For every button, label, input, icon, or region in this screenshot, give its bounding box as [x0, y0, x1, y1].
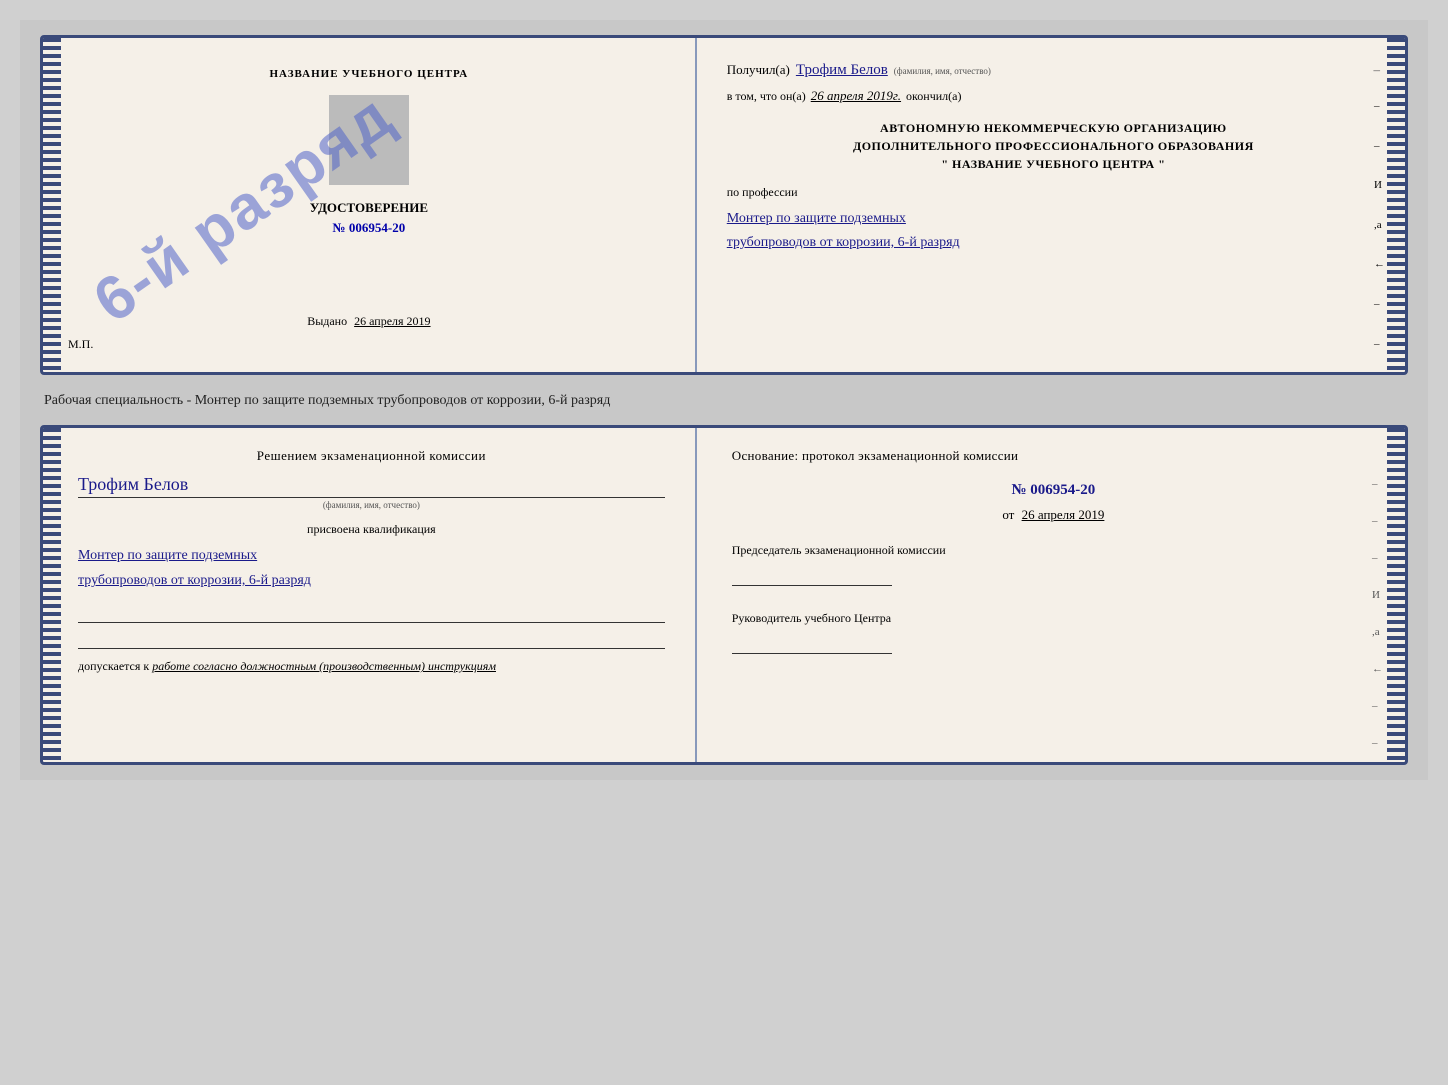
center-title: НАЗВАНИЕ УЧЕБНОГО ЦЕНТРА	[269, 68, 468, 80]
osnovanie-text: Основание: протокол экзаменационной коми…	[732, 448, 1375, 464]
udost-num-value: 006954-20	[349, 220, 405, 235]
photo-placeholder	[329, 95, 409, 185]
vtom-label: в том, что он(а)	[727, 87, 806, 106]
qual-line2: трубопроводов от коррозии, 6-й разряд	[78, 568, 665, 593]
udost-label: УДОСТОВЕРЕНИЕ	[310, 200, 428, 216]
bot-fio: Трофим Белов	[78, 474, 665, 495]
prisvoena-label: присвоена квалификация	[78, 522, 665, 537]
cert-left-panel: НАЗВАНИЕ УЧЕБНОГО ЦЕНТРА УДОСТОВЕРЕНИЕ №…	[43, 38, 697, 372]
poluchil-line: Получил(a) Трофим Белов (фамилия, имя, о…	[727, 58, 1380, 82]
udost-prefix: №	[333, 220, 346, 235]
mp-label: М.П.	[68, 337, 93, 352]
fio-sublabel-top: (фамилия, имя, отчество)	[894, 64, 991, 78]
po-professii-label: по профессии	[727, 183, 1380, 202]
poluchil-label: Получил(a)	[727, 60, 790, 81]
ot-line: от 26 апреля 2019	[732, 507, 1375, 523]
predsedatel-signature-line	[732, 566, 892, 586]
ot-prefix: от	[1002, 507, 1014, 522]
dopuskaetsya-label: допускается к	[78, 659, 149, 673]
bottom-certificate: Решением экзаменационной комиссии Трофим…	[40, 425, 1408, 765]
predsedatel-block: Председатель экзаменационной комиссии	[732, 543, 1375, 586]
predsedatel-label: Председатель экзаменационной комиссии	[732, 543, 1375, 558]
resheniyem-text: Решением экзаменационной комиссии	[78, 448, 665, 464]
qualification-block: Монтер по защите подземных трубопроводов…	[78, 543, 665, 593]
rukovoditel-signature-line	[732, 634, 892, 654]
recipient-name: Трофим Белов	[796, 58, 888, 82]
org-name-line: " НАЗВАНИЕ УЧЕБНОГО ЦЕНТРА "	[727, 155, 1380, 173]
org-quote-close: "	[1158, 157, 1165, 171]
middle-caption: Рабочая специальность - Монтер по защите…	[40, 387, 1408, 413]
protocol-number: № 006954-20	[732, 482, 1375, 499]
cert-right-panel: Получил(a) Трофим Белов (фамилия, имя, о…	[697, 38, 1405, 372]
right-edge-labels: – – И ,а ← – – –	[1374, 98, 1385, 375]
udost-number: № 006954-20	[333, 220, 406, 236]
dopuskaetsya-block: допускается к работе согласно должностны…	[78, 659, 665, 674]
profession-line2: трубопроводов от коррозии, 6-й разряд	[727, 231, 1380, 255]
rukovoditel-label: Руководитель учебного Центра	[732, 611, 1375, 626]
org-quote-open: "	[941, 157, 948, 171]
rukovoditel-block: Руководитель учебного Центра	[732, 611, 1375, 654]
org-block: АВТОНОМНУЮ НЕКОММЕРЧЕСКУЮ ОРГАНИЗАЦИЮ ДО…	[727, 119, 1380, 173]
page-wrapper: НАЗВАНИЕ УЧЕБНОГО ЦЕНТРА УДОСТОВЕРЕНИЕ №…	[20, 20, 1428, 780]
org-line2: ДОПОЛНИТЕЛЬНОГО ПРОФЕССИОНАЛЬНОГО ОБРАЗО…	[727, 137, 1380, 155]
fio-line: Трофим Белов	[78, 474, 665, 498]
bot-right-edge-labels: – – – И ,а ← – – – –	[1372, 478, 1383, 765]
vydano-line: Выдано 26 апреля 2019	[307, 294, 430, 329]
vydano-date: 26 апреля 2019	[354, 314, 430, 328]
vydano-label: Выдано	[307, 314, 347, 328]
qual-line1: Монтер по защите подземных	[78, 543, 665, 568]
dopusk-italic-text: работе согласно должностным (производств…	[152, 659, 496, 673]
date-completed: 26 апреля 2019г.	[811, 86, 901, 107]
ot-date: 26 апреля 2019	[1022, 507, 1105, 522]
bot-right-panel: Основание: протокол экзаменационной коми…	[697, 428, 1405, 762]
bot-fio-sublabel: (фамилия, имя, отчество)	[78, 500, 665, 510]
org-name: НАЗВАНИЕ УЧЕБНОГО ЦЕНТРА	[952, 157, 1155, 171]
dash1: –	[1373, 60, 1380, 81]
bot-left-panel: Решением экзаменационной комиссии Трофим…	[43, 428, 697, 762]
okonchil-label: окончил(a)	[906, 87, 961, 106]
vtom-line: в том, что он(а) 26 апреля 2019г. окончи…	[727, 86, 1380, 107]
blank-line-2	[78, 631, 665, 649]
blank-line-1	[78, 605, 665, 623]
org-line1: АВТОНОМНУЮ НЕКОММЕРЧЕСКУЮ ОРГАНИЗАЦИЮ	[727, 119, 1380, 137]
top-certificate: НАЗВАНИЕ УЧЕБНОГО ЦЕНТРА УДОСТОВЕРЕНИЕ №…	[40, 35, 1408, 375]
profession-line1: Монтер по защите подземных	[727, 207, 1380, 231]
